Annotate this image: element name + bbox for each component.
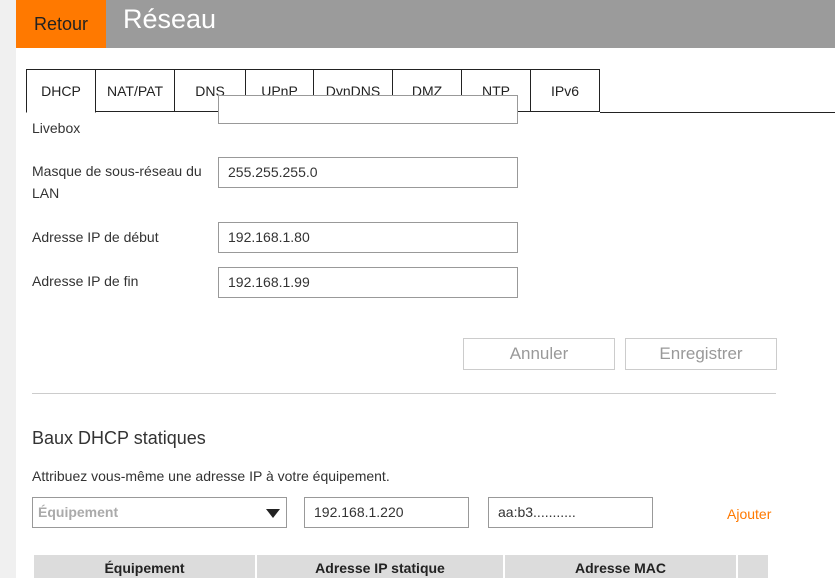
device-select-value: Équipement [38, 504, 119, 520]
column-header-actions [738, 555, 768, 578]
livebox-ip-field[interactable] [218, 95, 518, 124]
leases-table-header: Équipement Adresse IP statique Adresse M… [34, 555, 768, 578]
static-leases-description: Attribuez vous-même une adresse IP à vot… [32, 468, 390, 484]
section-divider [32, 393, 776, 394]
dhcp-form: Livebox Masque de sous-réseau du LAN 255… [16, 95, 835, 578]
back-button[interactable]: Retour [16, 0, 106, 48]
static-ip-field[interactable]: 192.168.1.220 [304, 497, 469, 528]
column-header-device: Équipement [34, 555, 257, 578]
mac-address-field[interactable]: aa:b3........... [488, 497, 653, 528]
router-admin-page: Retour Réseau DHCP NAT/PAT DNS UPnP DynD… [16, 0, 835, 578]
start-ip-field[interactable]: 192.168.1.80 [218, 222, 518, 253]
tab-dhcp[interactable]: DHCP [26, 69, 96, 113]
column-header-mac: Adresse MAC [505, 555, 738, 578]
header-bar: Retour Réseau [16, 0, 835, 48]
subnet-label-line1: Masque de sous-réseau du [32, 163, 202, 179]
save-button[interactable]: Enregistrer [625, 338, 777, 370]
page-title: Réseau [123, 4, 217, 34]
tab-nat-pat[interactable]: NAT/PAT [96, 69, 175, 112]
end-ip-label: Adresse IP de fin [32, 273, 139, 289]
subnet-mask-field[interactable]: 255.255.255.0 [218, 157, 518, 188]
static-leases-title: Baux DHCP statiques [32, 428, 206, 448]
end-ip-field[interactable]: 192.168.1.99 [218, 267, 518, 298]
tab-ipv6[interactable]: IPv6 [531, 69, 600, 112]
livebox-label: Livebox [32, 120, 81, 136]
device-select[interactable]: Équipement [32, 497, 287, 528]
subnet-label-line2: LAN [32, 185, 60, 201]
add-lease-link[interactable]: Ajouter [727, 506, 771, 522]
column-header-static-ip: Adresse IP statique [257, 555, 505, 578]
chevron-down-icon [266, 509, 280, 518]
start-ip-label: Adresse IP de début [32, 229, 159, 245]
cancel-button[interactable]: Annuler [463, 338, 615, 370]
